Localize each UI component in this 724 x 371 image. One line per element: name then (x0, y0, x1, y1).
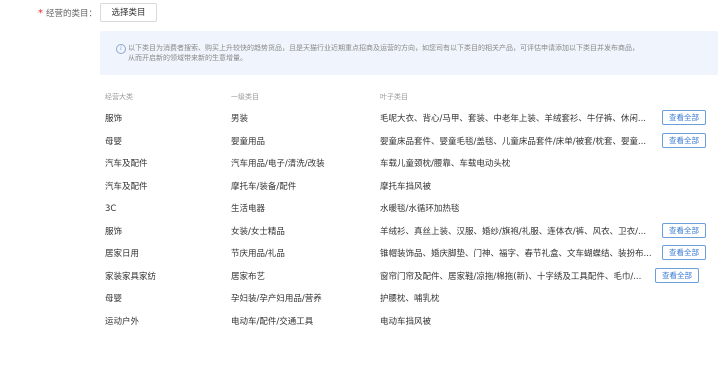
level1-category-cell: 摩托车/装备/配件 (231, 182, 297, 192)
major-category-cell: 母婴 (105, 294, 123, 304)
table-row: 汽车及配件 摩托车/装备/配件 摩托车挡风被 (0, 176, 724, 198)
leaf-category-cell: 护腰枕、哺乳枕 (380, 294, 440, 304)
leaf-category-cell: 摩托车挡风被 (380, 182, 432, 192)
header-leaf-category: 叶子类目 (380, 93, 408, 101)
major-category-cell: 3C (105, 204, 117, 214)
table-row: 3C 生活电器 水暖毯/水循环加热毯 (0, 198, 724, 220)
level1-category-cell: 电动车/配件/交通工具 (231, 317, 314, 327)
table-row: 服饰 女装/女士精品 羊绒衫、真丝上装、汉服、婚纱/旗袍/礼服、连体衣/裤、风衣、卫… (0, 221, 724, 243)
major-category-cell: 家装家具家纺 (105, 272, 157, 282)
view-all-button[interactable]: 查看全部 (655, 268, 699, 283)
view-all-button[interactable]: 查看全部 (662, 133, 706, 148)
leaf-category-cell: 电动车挡风被 (380, 317, 432, 327)
view-all-button[interactable]: 查看全部 (662, 110, 706, 125)
major-category-cell: 运动户外 (105, 317, 140, 327)
notice-box: i 以下类目为消费者搜索、购买上升较快的趋势货品，且是天猫行业近期重点招商及运营… (100, 31, 718, 75)
info-icon: i (116, 44, 126, 54)
level1-category-cell: 生活电器 (231, 204, 266, 214)
table-row: 家装家具家纺 居家布艺 窗帘门帘及配件、居家鞋/凉拖/棉拖(新)、十字绣及工具配件、… (0, 266, 724, 288)
header-level1-category: 一级类目 (231, 93, 259, 101)
level1-category-cell: 孕妇装/孕产妇用品/营养 (231, 294, 322, 304)
leaf-category-cell: 婴童床品套件、婴童毛毯/盖毯、儿童床品套件/床单/被套/枕套、婴童... (380, 137, 647, 147)
required-mark: * (38, 8, 43, 19)
table-row: 居家日用 节庆用品/礼品 锥帽装饰品、婚庆脚垫、门神、福字、春节礼盒、文车蝴蝶结、装… (0, 243, 724, 265)
leaf-category-cell: 羊绒衫、真丝上装、汉服、婚纱/旗袍/礼服、连体衣/裤、风衣、卫衣/... (380, 227, 647, 237)
leaf-category-cell: 水暖毯/水循环加热毯 (380, 204, 460, 214)
level1-category-cell: 女装/女士精品 (231, 227, 285, 237)
view-all-button[interactable]: 查看全部 (662, 223, 706, 238)
table-row: 汽车及配件 汽车用品/电子/清洗/改装 车载儿童颈枕/腰靠、车载电动头枕 (0, 153, 724, 175)
table-row: 母婴 孕妇装/孕产妇用品/营养 护腰枕、哺乳枕 (0, 288, 724, 310)
level1-category-cell: 节庆用品/礼品 (231, 249, 285, 259)
leaf-category-cell: 窗帘门帘及配件、居家鞋/凉拖/棉拖(新)、十字绣及工具配件、毛巾/... (380, 272, 642, 282)
major-category-cell: 母婴 (105, 137, 123, 147)
major-category-cell: 汽车及配件 (105, 159, 148, 169)
view-all-button[interactable]: 查看全部 (662, 245, 706, 260)
table-row: 母婴 婴童用品 婴童床品套件、婴童毛毯/盖毯、儿童床品套件/床单/被套/枕套、婴童.… (0, 131, 724, 153)
header-major-category: 经营大类 (105, 93, 133, 101)
level1-category-cell: 婴童用品 (231, 137, 266, 147)
leaf-category-cell: 锥帽装饰品、婚庆脚垫、门神、福字、春节礼盒、文车蝴蝶结、装扮布... (380, 249, 652, 259)
select-category-button[interactable]: 选择类目 (100, 3, 157, 22)
level1-category-cell: 男装 (231, 114, 249, 124)
major-category-cell: 服饰 (105, 227, 123, 237)
table-row: 运动户外 电动车/配件/交通工具 电动车挡风被 (0, 311, 724, 333)
notice-text: 以下类目为消费者搜索、购买上升较快的趋势货品，且是天猫行业近期重点招商及运营的方… (128, 43, 714, 63)
major-category-cell: 服饰 (105, 114, 123, 124)
field-label: 经营的类目： (46, 9, 98, 19)
leaf-category-cell: 车载儿童颈枕/腰靠、车载电动头枕 (380, 159, 511, 169)
major-category-cell: 居家日用 (105, 249, 140, 259)
notice-line: 从而开启新的领域带来新的生意增量。 (128, 54, 247, 62)
major-category-cell: 汽车及配件 (105, 182, 148, 192)
notice-line: 以下类目为消费者搜索、购买上升较快的趋势货品，且是天猫行业近期重点招商及运营的方… (128, 44, 639, 52)
level1-category-cell: 汽车用品/电子/清洗/改装 (231, 159, 325, 169)
category-form-row: * 经营的类目： 选择类目 (0, 0, 724, 28)
leaf-category-cell: 毛呢大衣、背心/马甲、套装、中老年上装、羊绒套衫、牛仔裤、休闲... (380, 114, 646, 124)
table-row: 服饰 男装 毛呢大衣、背心/马甲、套装、中老年上装、羊绒套衫、牛仔裤、休闲... 查看… (0, 108, 724, 130)
level1-category-cell: 居家布艺 (231, 272, 266, 282)
